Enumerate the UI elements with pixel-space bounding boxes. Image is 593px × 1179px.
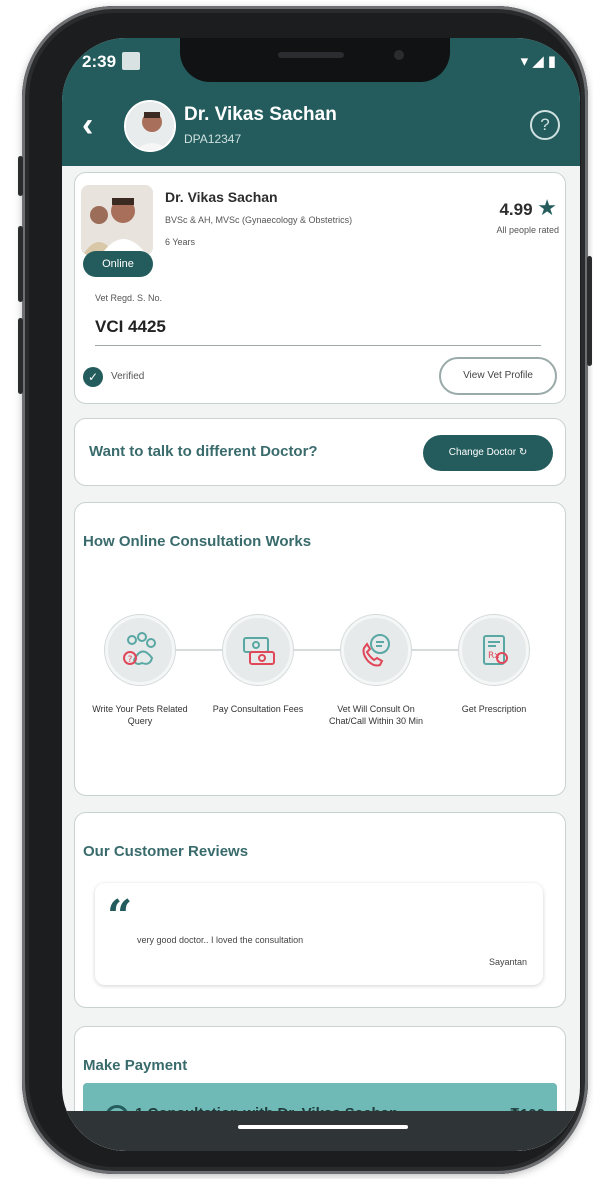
- reviewer-name: Sayantan: [488, 957, 527, 967]
- phone-notch: [180, 38, 450, 82]
- header-doctor-name: Dr. Vikas Sachan: [184, 104, 337, 125]
- reviews-card: Our Customer Reviews “ very good doctor.…: [74, 812, 566, 1008]
- step-label: Write Your Pets Related Query: [92, 704, 188, 726]
- step-vet-consult: Vet Will Consult On Chat/Call Within 30 …: [321, 615, 431, 727]
- verified-label: Verified: [111, 371, 145, 382]
- doctor-experience: 6 Years: [165, 237, 196, 247]
- online-status-badge: Online: [83, 251, 153, 277]
- cash-icon: [223, 615, 293, 685]
- quote-icon: “: [107, 891, 133, 942]
- power-button: [587, 256, 592, 366]
- doctor-card: Online Dr. Vikas Sachan BVSc & AH, MVSc …: [74, 172, 566, 404]
- step-pay-fees: Pay Consultation Fees: [203, 615, 313, 715]
- silent-switch: [18, 156, 23, 196]
- doctor-name: Dr. Vikas Sachan: [165, 189, 278, 205]
- change-doctor-button[interactable]: Change Doctor ↻: [423, 435, 553, 471]
- doctor-photo: [81, 185, 153, 255]
- doctor-avatar: [124, 100, 176, 152]
- phone-chat-icon: [341, 615, 411, 685]
- svg-text:?: ?: [128, 655, 133, 665]
- system-nav-bar: [62, 1111, 580, 1151]
- review-item: “ very good doctor.. I loved the consult…: [95, 883, 543, 985]
- back-arrow-icon[interactable]: ‹: [82, 108, 93, 142]
- volume-up-button: [18, 226, 23, 302]
- volume-down-button: [18, 318, 23, 394]
- step-write-query: ? Write Your Pets Related Query: [85, 615, 195, 727]
- rated-by-label: All people rated: [496, 225, 559, 235]
- divider: [95, 345, 541, 346]
- notification-icon: [122, 52, 140, 70]
- change-doctor-prompt: Want to talk to different Doctor?: [89, 443, 318, 460]
- prescription-icon: Rx: [459, 615, 529, 685]
- review-text: very good doctor.. I loved the consultat…: [137, 935, 304, 945]
- registration-number: VCI 4425: [95, 317, 166, 336]
- step-get-prescription: Rx Get Prescription: [439, 615, 549, 715]
- payment-title: Make Payment: [83, 1057, 188, 1074]
- status-icons: ▾◢▮: [520, 53, 560, 70]
- step-label: Get Prescription: [461, 704, 527, 714]
- change-doctor-card: Want to talk to different Doctor? Change…: [74, 418, 566, 486]
- how-it-works-card: How Online Consultation Works ? Write Yo…: [74, 502, 566, 796]
- doctor-qualifications: BVSc & AH, MVSc (Gynaecology & Obstetric…: [165, 215, 353, 225]
- help-icon[interactable]: ?: [530, 110, 560, 140]
- view-vet-profile-button[interactable]: View Vet Profile: [439, 357, 557, 395]
- verified-check-icon: ✓: [83, 367, 103, 387]
- reviews-title: Our Customer Reviews: [83, 843, 249, 860]
- star-icon: ★: [537, 195, 557, 220]
- header-doctor-id: DPA12347: [184, 132, 242, 146]
- registration-label: Vet Regd. S. No.: [95, 293, 163, 303]
- app-screen: 2:39 ▾◢▮ ‹ Dr. Vikas Sachan DPA12347 ? O…: [62, 38, 580, 1151]
- home-indicator[interactable]: [238, 1125, 408, 1129]
- how-it-works-title: How Online Consultation Works: [83, 533, 312, 550]
- app-header: 2:39 ▾◢▮ ‹ Dr. Vikas Sachan DPA12347 ?: [62, 38, 580, 166]
- speaker-grille: [278, 52, 344, 58]
- step-label: Pay Consultation Fees: [212, 704, 304, 714]
- rating-value: 4.99: [499, 200, 533, 219]
- front-camera: [394, 50, 404, 60]
- paw-icon: ?: [105, 615, 175, 685]
- step-label: Vet Will Consult On Chat/Call Within 30 …: [328, 704, 424, 726]
- status-time: 2:39: [82, 52, 117, 71]
- doctor-rating: 4.99 ★: [499, 195, 557, 221]
